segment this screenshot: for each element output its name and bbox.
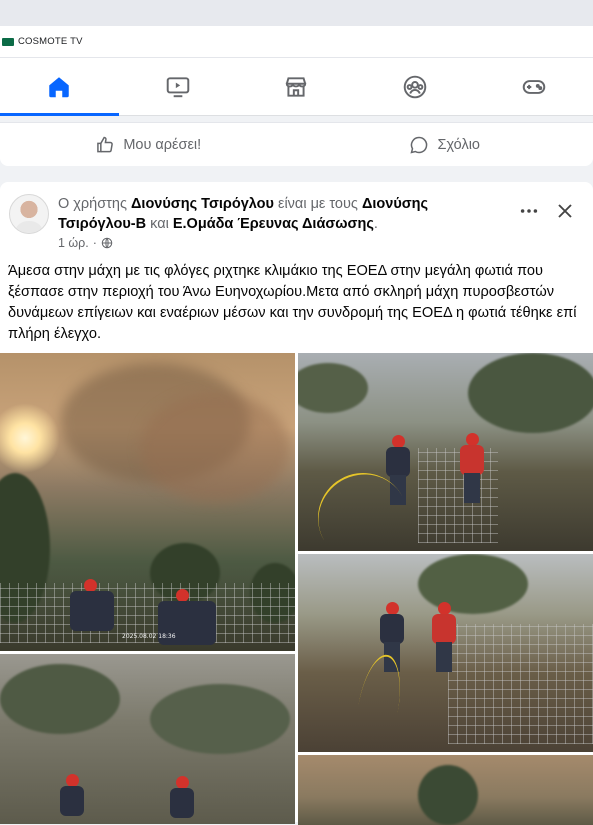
- tree: [298, 363, 368, 413]
- rescuer-figure: [458, 433, 486, 503]
- comment-icon: [409, 135, 429, 155]
- sponsor-banner-label: COSMOTE TV: [18, 36, 83, 47]
- nav-groups[interactable]: [356, 58, 475, 115]
- header-with: είναι με τους: [274, 196, 362, 212]
- comment-button[interactable]: Σχόλιο: [297, 123, 593, 166]
- meta-separator: ·: [93, 236, 97, 250]
- photo-fire-smoke[interactable]: 2025.08.02 18:36: [0, 353, 295, 651]
- hide-post-button[interactable]: [552, 200, 578, 222]
- home-icon: [46, 74, 72, 100]
- rescuer-figure: [68, 579, 114, 651]
- sponsor-banner[interactable]: COSMOTE TV: [0, 26, 593, 58]
- more-dots-icon: [519, 207, 539, 215]
- cosmote-logo-icon: [2, 38, 14, 46]
- main-nav: [0, 58, 593, 116]
- author-name[interactable]: Διονύσης Τσιρόγλου: [131, 196, 274, 212]
- globe-icon[interactable]: [101, 237, 113, 249]
- rescuer-figure: [168, 776, 196, 824]
- rescuer-figure: [156, 589, 216, 651]
- photo-hillside[interactable]: [298, 755, 593, 825]
- post-header: Ο χρήστης Διονύσης Τσιρόγλου είναι με το…: [58, 194, 498, 234]
- like-button[interactable]: Μου αρέσει!: [0, 123, 297, 166]
- gaming-icon: [521, 74, 547, 100]
- fence: [448, 624, 593, 744]
- smoke-cloud: [140, 393, 290, 503]
- post-meta: 1 ώρ. ·: [58, 236, 113, 250]
- rescuer-figure: [430, 602, 458, 672]
- photo-smoke-trees[interactable]: [0, 654, 295, 824]
- tree: [468, 353, 593, 433]
- groups-icon: [402, 74, 428, 100]
- header-prefix: Ο χρήστης: [58, 196, 131, 212]
- nav-gaming[interactable]: [474, 58, 593, 115]
- nav-home[interactable]: [0, 58, 119, 115]
- close-icon: [557, 203, 573, 219]
- thumbs-up-icon: [95, 135, 115, 155]
- post-time[interactable]: 1 ώρ.: [58, 236, 89, 250]
- tagged-user-2[interactable]: Ε.Ομάδα Έρευνας Διάσωσης: [173, 216, 374, 232]
- video-icon: [165, 74, 191, 100]
- tree: [150, 684, 290, 754]
- like-label: Μου αρέσει!: [123, 137, 201, 153]
- tree: [0, 664, 120, 734]
- feed-post: Ο χρήστης Διονύσης Τσιρόγλου είναι με το…: [0, 182, 593, 822]
- header-period: .: [374, 216, 378, 232]
- photo-grid: 2025.08.02 18:36: [0, 353, 593, 823]
- tree: [418, 765, 478, 825]
- comment-label: Σχόλιο: [437, 137, 480, 153]
- photo-firefighters-hose[interactable]: [298, 353, 593, 551]
- marketplace-icon: [283, 74, 309, 100]
- rescuer-figure: [58, 774, 86, 824]
- top-strip: [0, 0, 593, 26]
- post-options-button[interactable]: [516, 200, 542, 222]
- header-and: και: [146, 216, 173, 232]
- photo-firefighters-fence[interactable]: [298, 554, 593, 752]
- sun-glow: [0, 403, 60, 473]
- photo-timestamp: 2025.08.02 18:36: [122, 633, 176, 640]
- nav-marketplace[interactable]: [237, 58, 356, 115]
- nav-video[interactable]: [119, 58, 238, 115]
- post-body: Άμεσα στην μάχη με τις φλόγες ριχτηκε κλ…: [8, 261, 588, 345]
- previous-post-actions: Μου αρέσει! Σχόλιο: [0, 122, 593, 166]
- author-avatar[interactable]: [9, 194, 49, 234]
